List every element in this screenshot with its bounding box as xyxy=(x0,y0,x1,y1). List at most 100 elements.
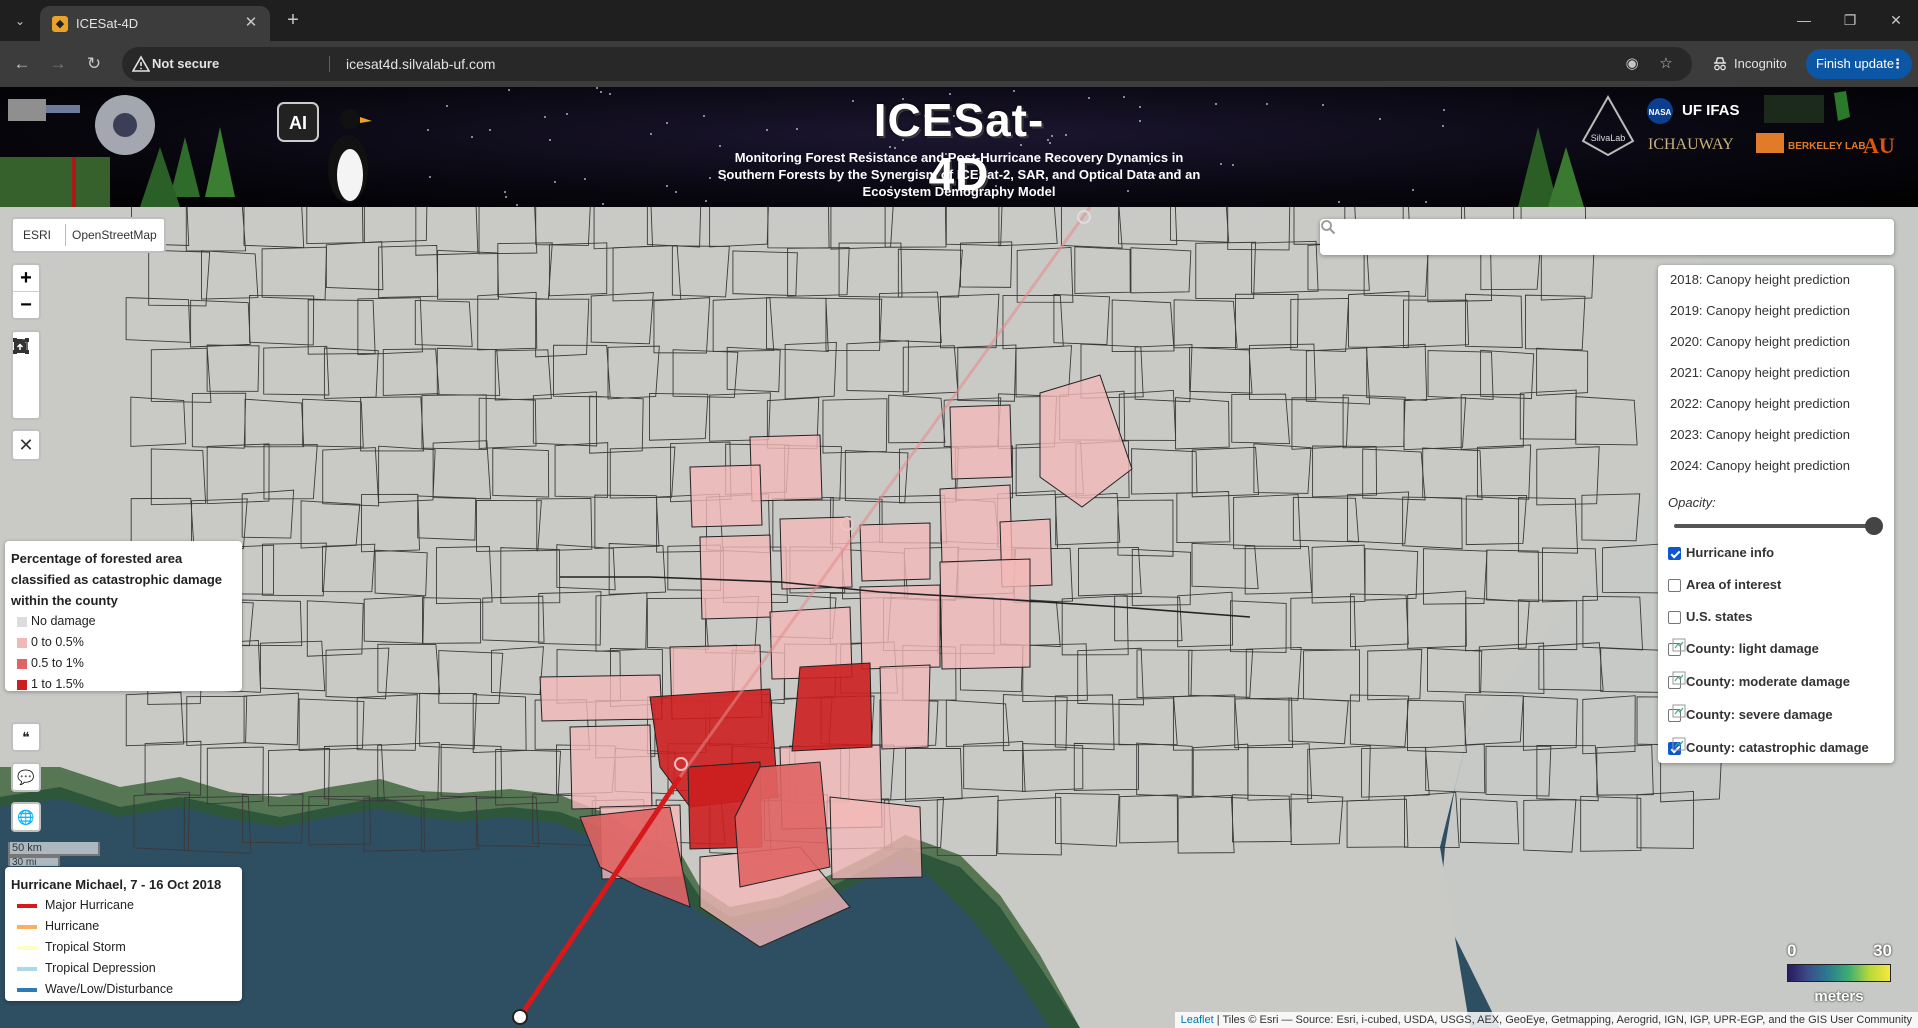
legend-label: Hurricane xyxy=(45,919,100,933)
browser-toolbar: ← → ↻ Not secure icesat4d.silvalab-uf.co… xyxy=(0,41,1918,87)
star xyxy=(549,139,552,142)
berkeley-lab-logo: BERKELEY LAB xyxy=(1788,141,1866,152)
opacity-slider-track[interactable] xyxy=(1674,524,1874,528)
checkbox[interactable] xyxy=(1668,547,1681,560)
damaged-county[interactable] xyxy=(791,662,873,752)
colorbar-unit: meters xyxy=(1814,988,1864,1005)
opacity-slider-thumb[interactable] xyxy=(1865,517,1883,535)
basemap-esri[interactable]: ESRI xyxy=(23,228,51,242)
legend-line xyxy=(17,967,37,971)
legend-item: Wave/Low/Disturbance xyxy=(11,979,236,1000)
forward-arrow-icon[interactable]: → xyxy=(44,50,72,78)
basemap-openstreetmap[interactable]: OpenStreetMap xyxy=(72,228,157,242)
favicon-icon: ◆ xyxy=(52,16,68,32)
address-bar[interactable]: Not secure icesat4d.silvalab-uf.com ◉ ☆ xyxy=(122,47,1692,81)
new-tab-button[interactable]: + xyxy=(280,8,306,34)
checkbox[interactable] xyxy=(1668,611,1681,624)
search-icon[interactable] xyxy=(1320,219,1336,235)
eye-slash-icon[interactable]: ◉ xyxy=(1622,54,1642,74)
tab-close-icon[interactable]: ✕ xyxy=(240,12,262,34)
damaged-county[interactable] xyxy=(569,724,653,810)
overlay-county-catastrophic-damage[interactable]: County: catastrophic damage xyxy=(1668,737,1869,759)
star xyxy=(719,144,722,147)
overlay-us-states[interactable]: U.S. states xyxy=(1668,606,1752,628)
back-arrow-icon[interactable]: ← xyxy=(8,50,36,78)
more-menu-icon[interactable]: ⋮ xyxy=(1891,49,1904,79)
globe-button[interactable]: 🌐 xyxy=(11,802,41,832)
legend-swatch xyxy=(17,659,27,669)
layer-canopy-2021[interactable]: 2021: Canopy height prediction xyxy=(1670,363,1850,383)
overlay-hurricane-info[interactable]: Hurricane info xyxy=(1668,542,1774,564)
map-canvas[interactable] xyxy=(0,207,1918,1028)
satellite-icon xyxy=(8,99,46,121)
damaged-county[interactable] xyxy=(689,464,763,528)
citation-button[interactable]: ❝ xyxy=(11,722,41,752)
legend-line xyxy=(17,925,37,929)
zoom-out-button[interactable]: − xyxy=(13,291,39,317)
overlay-area-of-interest[interactable]: Area of interest xyxy=(1668,574,1781,596)
layer-canopy-2018[interactable]: 2018: Canopy height prediction xyxy=(1670,270,1850,290)
bookmark-star-icon[interactable]: ☆ xyxy=(1656,54,1676,74)
tab-search-chevron-icon[interactable]: ⌄ xyxy=(8,9,32,33)
layer-canopy-2024[interactable]: 2024: Canopy height prediction xyxy=(1670,456,1850,476)
damaged-county[interactable] xyxy=(939,558,1031,670)
damaged-county[interactable] xyxy=(539,674,663,722)
search-input[interactable] xyxy=(1320,219,1894,255)
speech-bubble-icon: 💬 xyxy=(17,769,35,785)
file-upload-icon xyxy=(14,339,26,353)
overlay-label: County: severe damage xyxy=(1686,707,1833,722)
layer-canopy-2023[interactable]: 2023: Canopy height prediction xyxy=(1670,425,1850,445)
damaged-county[interactable] xyxy=(829,796,923,880)
browser-tab[interactable]: ◆ ICESat-4D ✕ xyxy=(40,6,270,41)
leaflet-link[interactable]: Leaflet xyxy=(1181,1014,1214,1026)
overlay-label: County: catastrophic damage xyxy=(1686,740,1869,755)
tree-icon xyxy=(170,137,200,197)
damaged-county[interactable] xyxy=(699,534,773,620)
layer-canopy-2020[interactable]: 2020: Canopy height prediction xyxy=(1670,332,1850,352)
window-close-icon[interactable]: ✕ xyxy=(1876,6,1916,34)
draw-polyline-button[interactable] xyxy=(13,338,39,390)
warning-triangle-icon xyxy=(132,55,150,72)
svg-text:NASA: NASA xyxy=(1649,108,1672,117)
usfs-shield-logo xyxy=(1834,91,1850,121)
damaged-county[interactable] xyxy=(859,584,941,670)
overlay-county-moderate-damage[interactable]: County: moderate damage xyxy=(1668,671,1850,693)
damaged-county[interactable] xyxy=(949,404,1013,480)
track-point[interactable] xyxy=(512,1009,528,1025)
checkbox[interactable] xyxy=(1668,579,1681,592)
map-attribution: Leaflet | Tiles © Esri — Source: Esri, i… xyxy=(1174,1012,1918,1028)
clear-drawing-button[interactable]: ✕ xyxy=(11,429,41,461)
opacity-label: Opacity: xyxy=(1668,495,1716,510)
layer-canopy-2022[interactable]: 2022: Canopy height prediction xyxy=(1670,394,1850,414)
damaged-county[interactable] xyxy=(879,664,931,750)
star xyxy=(1338,201,1341,204)
damaged-county[interactable] xyxy=(859,522,931,582)
overlay-county-light-damage[interactable]: County: light damage xyxy=(1668,638,1819,660)
restore-icon[interactable]: ❐ xyxy=(1830,6,1870,34)
legend-item: Tropical Storm xyxy=(11,937,236,958)
subtitle-line: Ecosystem Demography Model xyxy=(862,184,1056,199)
legend-item: 0.5 to 1% xyxy=(11,653,236,674)
silvalab-logo xyxy=(1581,94,1635,157)
legend-label: Wave/Low/Disturbance xyxy=(45,982,174,996)
zoom-in-button[interactable]: + xyxy=(13,265,39,291)
security-label[interactable]: Not secure xyxy=(152,56,219,71)
url-text[interactable]: icesat4d.silvalab-uf.com xyxy=(346,56,495,72)
legend-title-line: Percentage of forested area xyxy=(11,551,183,566)
incognito-indicator[interactable]: Incognito xyxy=(1712,50,1787,78)
map[interactable]: ESRI OpenStreetMap + − ✕ Percentage of f… xyxy=(0,207,1918,1028)
broken-image-icon xyxy=(1672,704,1686,718)
feedback-button[interactable]: 💬 xyxy=(11,762,41,792)
finish-update-label: Finish update xyxy=(1816,56,1895,71)
damage-legend: Percentage of forested area classified a… xyxy=(5,541,242,691)
upload-file-button[interactable] xyxy=(13,339,39,419)
attribution-text: | Tiles © Esri — Source: Esri, i-cubed, … xyxy=(1216,1014,1912,1026)
star xyxy=(488,128,491,131)
layer-canopy-2019[interactable]: 2019: Canopy height prediction xyxy=(1670,301,1850,321)
legend-swatch xyxy=(17,680,27,690)
basemap-separator xyxy=(65,224,66,246)
reload-icon[interactable]: ↻ xyxy=(80,50,108,78)
minimize-icon[interactable]: — xyxy=(1784,6,1824,34)
overlay-county-severe-damage[interactable]: County: severe damage xyxy=(1668,704,1833,726)
finish-update-button[interactable]: Finish update ⋮ xyxy=(1806,49,1912,79)
